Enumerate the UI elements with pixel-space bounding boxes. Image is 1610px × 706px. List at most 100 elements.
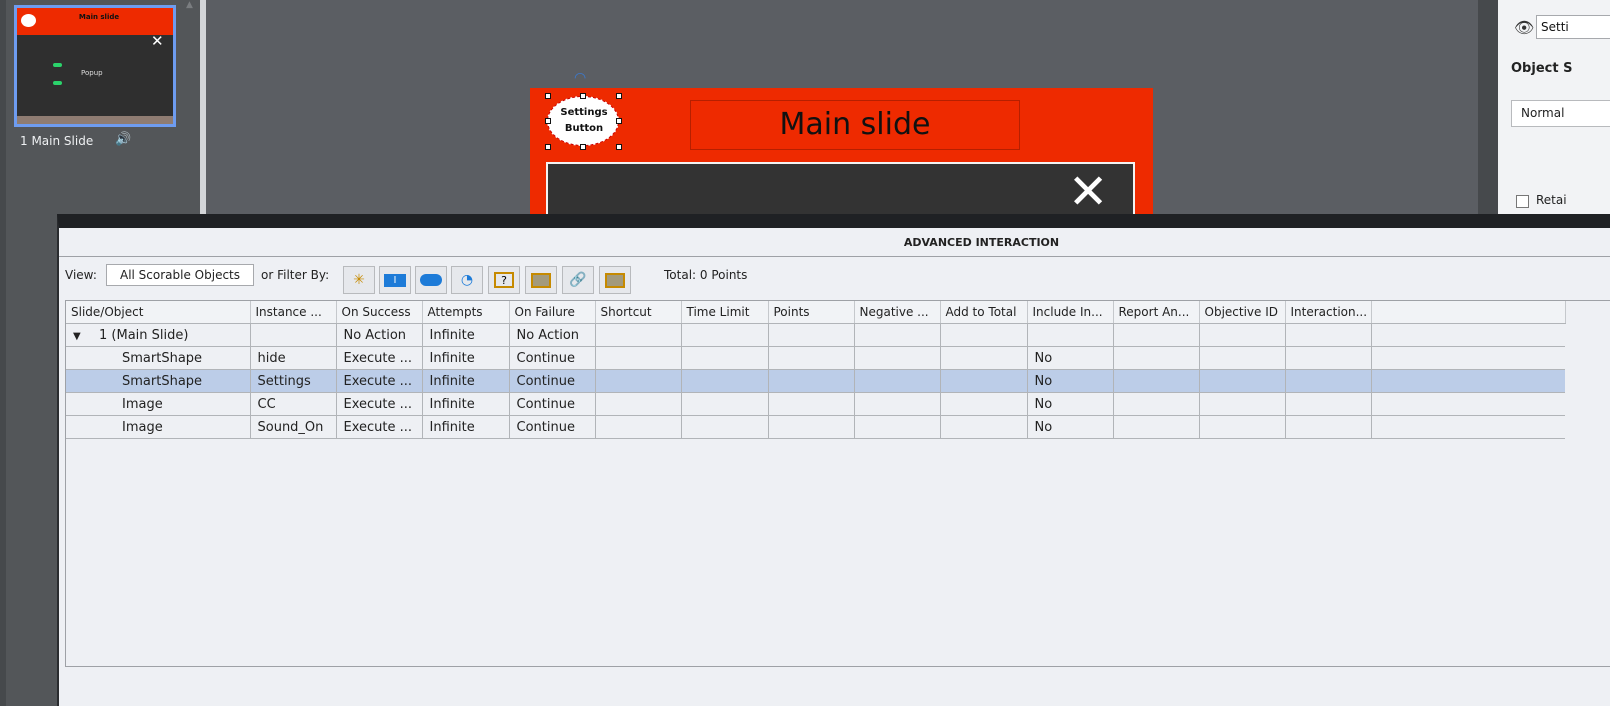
view-select[interactable]: All Scorable Objects xyxy=(106,264,254,286)
on-success-cell[interactable]: Execute ... xyxy=(336,392,423,416)
column-header[interactable]: On Failure xyxy=(509,301,596,324)
dialog-title: ADVANCED INTERACTION xyxy=(903,236,1060,249)
resize-handle[interactable] xyxy=(580,144,586,150)
resize-handle[interactable] xyxy=(616,93,622,99)
column-header[interactable]: Objective ID xyxy=(1199,301,1286,324)
add-total-cell xyxy=(940,323,1028,347)
object-name-field[interactable]: Setti xyxy=(1536,15,1610,39)
add-total-cell xyxy=(940,415,1028,439)
on-failure-cell[interactable]: Continue xyxy=(509,346,596,370)
on-failure-cell[interactable]: Continue xyxy=(509,415,596,439)
widget-icon[interactable]: ◔ xyxy=(451,266,483,294)
include-cell[interactable]: No xyxy=(1027,392,1114,416)
question-icon[interactable]: ? xyxy=(488,266,520,294)
table-header: Slide/Object Instance ... On Success Att… xyxy=(66,301,1566,324)
retain-checkbox[interactable] xyxy=(1516,195,1529,208)
column-header[interactable]: On Success xyxy=(336,301,423,324)
shortcut-cell xyxy=(595,415,682,439)
on-success-cell[interactable]: Execute ... xyxy=(336,369,423,393)
close-icon[interactable]: ✕ xyxy=(1068,168,1108,216)
column-header[interactable]: Attempts xyxy=(422,301,510,324)
report-cell xyxy=(1113,346,1200,370)
points-cell xyxy=(768,369,855,393)
on-success-cell[interactable]: No Action xyxy=(336,323,423,347)
slide-canvas[interactable]: Main slide ✕ xyxy=(530,88,1153,222)
table-row[interactable]: Image CC Execute ... Infinite Continue N… xyxy=(66,392,1565,416)
settings-button-label: Settings Button xyxy=(560,107,608,134)
on-failure-cell[interactable]: No Action xyxy=(509,323,596,347)
attempts-cell[interactable]: Infinite xyxy=(422,392,510,416)
resize-handle[interactable] xyxy=(616,144,622,150)
attempts-cell[interactable]: Infinite xyxy=(422,323,510,347)
popup-panel[interactable]: ✕ xyxy=(546,162,1135,222)
resize-handle[interactable] xyxy=(545,144,551,150)
thumb-footer xyxy=(17,116,173,124)
objective-cell xyxy=(1199,346,1286,370)
column-header[interactable]: Interaction... xyxy=(1285,301,1372,324)
column-header[interactable]: Shortcut xyxy=(595,301,682,324)
table-row-selected[interactable]: SmartShape Settings Execute ... Infinite… xyxy=(66,369,1565,393)
time-limit-cell xyxy=(681,323,769,347)
objective-cell xyxy=(1199,369,1286,393)
filler-cell xyxy=(1371,346,1565,370)
include-cell[interactable]: No xyxy=(1027,369,1114,393)
collapse-triangle-icon[interactable]: ▼ xyxy=(73,331,93,342)
slide-thumbnail[interactable]: Main slide ✕ Popup xyxy=(14,5,176,127)
add-total-cell xyxy=(940,346,1028,370)
column-header[interactable]: Points xyxy=(768,301,855,324)
resize-handle[interactable] xyxy=(580,93,586,99)
click-box-icon[interactable]: ✳ xyxy=(343,266,375,294)
report-cell xyxy=(1113,415,1200,439)
thumb-indicator xyxy=(53,63,62,67)
filler-cell xyxy=(1371,369,1565,393)
column-header[interactable]: Negative ... xyxy=(854,301,941,324)
column-header[interactable]: Time Limit xyxy=(681,301,769,324)
object-style-heading: Object S xyxy=(1511,61,1573,76)
filler-cell xyxy=(1371,415,1565,439)
object-state-select[interactable]: Normal xyxy=(1511,100,1610,127)
time-limit-cell xyxy=(681,415,769,439)
rotate-handle-icon[interactable]: ◠ xyxy=(574,70,586,86)
include-cell xyxy=(1027,323,1114,347)
add-total-cell xyxy=(940,369,1028,393)
eye-icon[interactable]: 👁 xyxy=(1514,18,1534,37)
column-header[interactable]: Slide/Object xyxy=(66,301,251,324)
on-failure-cell[interactable]: Continue xyxy=(509,369,596,393)
on-failure-cell[interactable]: Continue xyxy=(509,392,596,416)
objective-cell xyxy=(1199,415,1286,439)
time-limit-cell xyxy=(681,346,769,370)
table-row[interactable]: SmartShape hide Execute ... Infinite Con… xyxy=(66,346,1565,370)
advanced-interaction-dialog: ADVANCED INTERACTION View: All Scorable … xyxy=(57,214,1610,706)
column-header[interactable]: Include In... xyxy=(1027,301,1114,324)
attempts-cell[interactable]: Infinite xyxy=(422,346,510,370)
include-cell[interactable]: No xyxy=(1027,415,1114,439)
slide-title[interactable]: Main slide xyxy=(690,100,1020,150)
resize-handle[interactable] xyxy=(545,93,551,99)
total-points: Total: 0 Points xyxy=(664,268,748,282)
image-icon[interactable] xyxy=(525,266,557,294)
interaction-cell xyxy=(1285,415,1372,439)
resize-handle[interactable] xyxy=(616,118,622,124)
text-entry-icon[interactable]: I xyxy=(379,266,411,294)
thumb-close-icon: ✕ xyxy=(151,32,164,50)
interaction-grid[interactable]: Slide/Object Instance ... On Success Att… xyxy=(65,300,1610,667)
speaker-icon[interactable]: 🔊 xyxy=(115,132,131,147)
table-row-group[interactable]: ▼ 1 (Main Slide) No Action Infinite No Ac… xyxy=(66,323,1565,347)
include-cell[interactable]: No xyxy=(1027,346,1114,370)
resize-handle[interactable] xyxy=(545,118,551,124)
image-button-icon[interactable] xyxy=(599,266,631,294)
link-icon[interactable]: 🔗 xyxy=(562,266,594,294)
on-success-cell[interactable]: Execute ... xyxy=(336,346,423,370)
negative-cell xyxy=(854,346,941,370)
column-header[interactable]: Add to Total xyxy=(940,301,1028,324)
table-row[interactable]: Image Sound_On Execute ... Infinite Cont… xyxy=(66,415,1565,439)
column-header[interactable]: Report An... xyxy=(1113,301,1200,324)
on-success-cell[interactable]: Execute ... xyxy=(336,415,423,439)
button-icon[interactable] xyxy=(415,266,447,294)
settings-button-shape[interactable]: Settings Button xyxy=(547,96,619,146)
objective-cell xyxy=(1199,323,1286,347)
attempts-cell[interactable]: Infinite xyxy=(422,369,510,393)
column-header[interactable]: Instance ... xyxy=(250,301,337,324)
attempts-cell[interactable]: Infinite xyxy=(422,415,510,439)
filmstrip-scroll-up-icon[interactable]: ▲ xyxy=(186,0,193,10)
